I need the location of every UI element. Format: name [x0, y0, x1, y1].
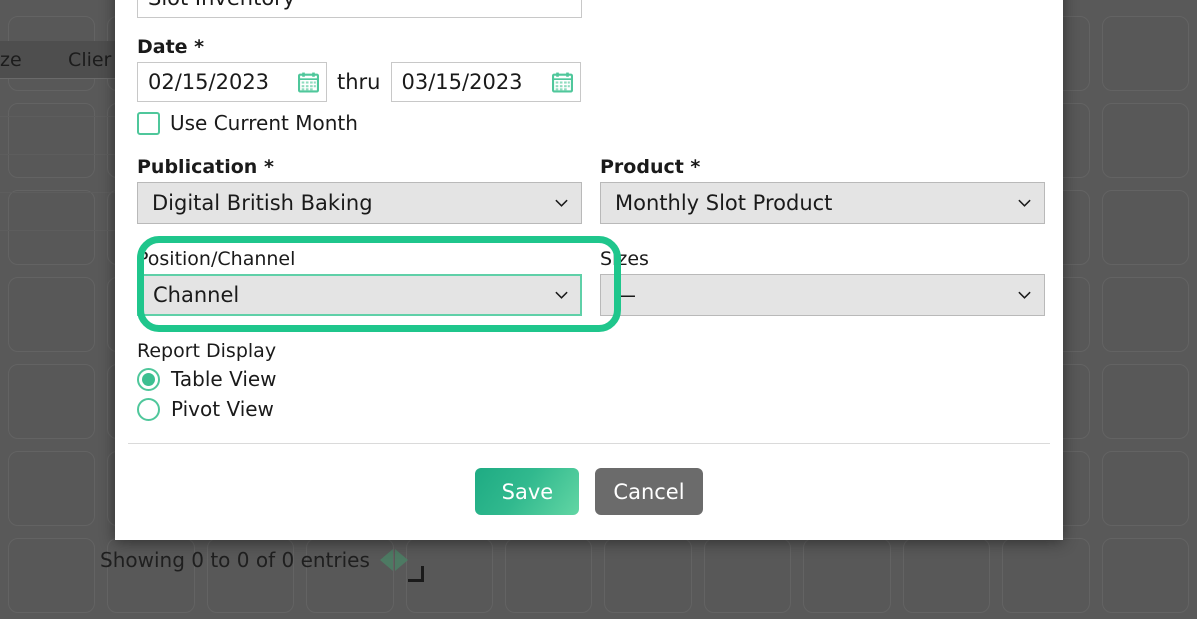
report-display-label: Report Display — [137, 340, 277, 362]
slot-inventory-input[interactable] — [137, 0, 582, 18]
use-current-month-label: Use Current Month — [170, 111, 358, 135]
use-current-month-checkbox-row[interactable]: Use Current Month — [137, 111, 1037, 135]
position-channel-select-value[interactable]: Channel — [137, 274, 582, 316]
sizes-field: Sizes — — [600, 248, 1045, 316]
position-channel-label: Position/Channel — [137, 248, 296, 270]
triangle-right-icon[interactable] — [394, 549, 408, 571]
position-sizes-row: Position/Channel Channel Sizes — — [137, 236, 1045, 332]
save-button[interactable]: Save — [475, 468, 580, 515]
product-field: Product * Monthly Slot Product — [600, 156, 1045, 224]
placeholder-card — [703, 538, 792, 613]
modal-divider — [128, 443, 1050, 444]
product-select[interactable]: Monthly Slot Product — [600, 182, 1045, 224]
publication-select-value[interactable]: Digital British Baking — [137, 182, 582, 224]
placeholder-card — [1101, 364, 1189, 439]
slot-inventory-field — [137, 0, 582, 18]
radio-table-view[interactable] — [137, 367, 160, 391]
column-header-size: ze — [0, 49, 22, 71]
table-row — [0, 117, 115, 155]
placeholder-card — [1101, 190, 1189, 265]
placeholder-card — [1002, 538, 1090, 613]
date-from-wrapper — [137, 62, 327, 102]
placeholder-card — [8, 364, 96, 439]
resize-handle-icon[interactable] — [408, 566, 424, 582]
placeholder-card — [1101, 16, 1189, 91]
placeholder-card — [505, 538, 593, 613]
placeholder-card — [803, 538, 891, 613]
publication-label: Publication * — [137, 156, 274, 178]
column-header-client: Clier — [68, 49, 112, 71]
position-channel-field: Position/Channel Channel — [137, 248, 582, 316]
radio-pivot-view-label: Pivot View — [171, 397, 274, 421]
date-label: Date * — [137, 36, 205, 58]
cancel-button[interactable]: Cancel — [595, 468, 703, 515]
pagination-info: Showing 0 to 0 of 0 entries — [100, 544, 408, 576]
placeholder-card — [1101, 538, 1189, 613]
use-current-month-checkbox[interactable] — [137, 111, 160, 135]
sizes-select[interactable]: — — [600, 274, 1045, 316]
radio-pivot-view[interactable] — [137, 397, 160, 421]
date-to-input[interactable] — [390, 62, 581, 102]
sizes-label: Sizes — [600, 248, 649, 270]
placeholder-card — [1101, 451, 1189, 526]
table-row — [0, 79, 115, 117]
publication-field: Publication * Digital British Baking — [137, 156, 582, 224]
radio-table-view-label: Table View — [171, 367, 277, 391]
placeholder-card — [902, 538, 991, 613]
table-row — [0, 193, 115, 231]
product-select-value[interactable]: Monthly Slot Product — [600, 182, 1045, 224]
publication-product-row: Publication * Digital British Baking Pro… — [137, 156, 1045, 224]
report-display-option-table-view[interactable]: Table View — [137, 367, 277, 391]
triangle-left-icon[interactable] — [379, 549, 393, 571]
modal-footer: Save Cancel — [115, 468, 1063, 515]
position-channel-select[interactable]: Channel — [137, 274, 582, 316]
report-settings-modal: Date * — [115, 0, 1063, 540]
table-row — [0, 155, 115, 193]
report-display-group: Report Display Table View Pivot View — [137, 340, 277, 427]
date-from-input[interactable] — [137, 62, 327, 102]
thru-label: thru — [337, 70, 381, 94]
placeholder-card — [604, 538, 692, 613]
report-display-option-pivot-view[interactable]: Pivot View — [137, 397, 277, 421]
placeholder-card — [1101, 277, 1189, 352]
pagination-controls[interactable] — [379, 549, 408, 571]
placeholder-card — [8, 277, 96, 352]
background-table-header: ze Clier — [0, 41, 115, 79]
date-field-group: Date * 02/15/2023 thru 03/15/2023 Use Cu… — [137, 36, 1037, 135]
pagination-text: Showing 0 to 0 of 0 entries — [100, 548, 370, 572]
background-table-rows — [0, 79, 115, 231]
sizes-select-value[interactable]: — — [600, 274, 1045, 316]
publication-select[interactable]: Digital British Baking — [137, 182, 582, 224]
placeholder-card — [1101, 103, 1189, 178]
product-label: Product * — [600, 156, 701, 178]
placeholder-card — [8, 538, 96, 613]
date-to-wrapper — [390, 62, 581, 102]
placeholder-card — [8, 451, 96, 526]
